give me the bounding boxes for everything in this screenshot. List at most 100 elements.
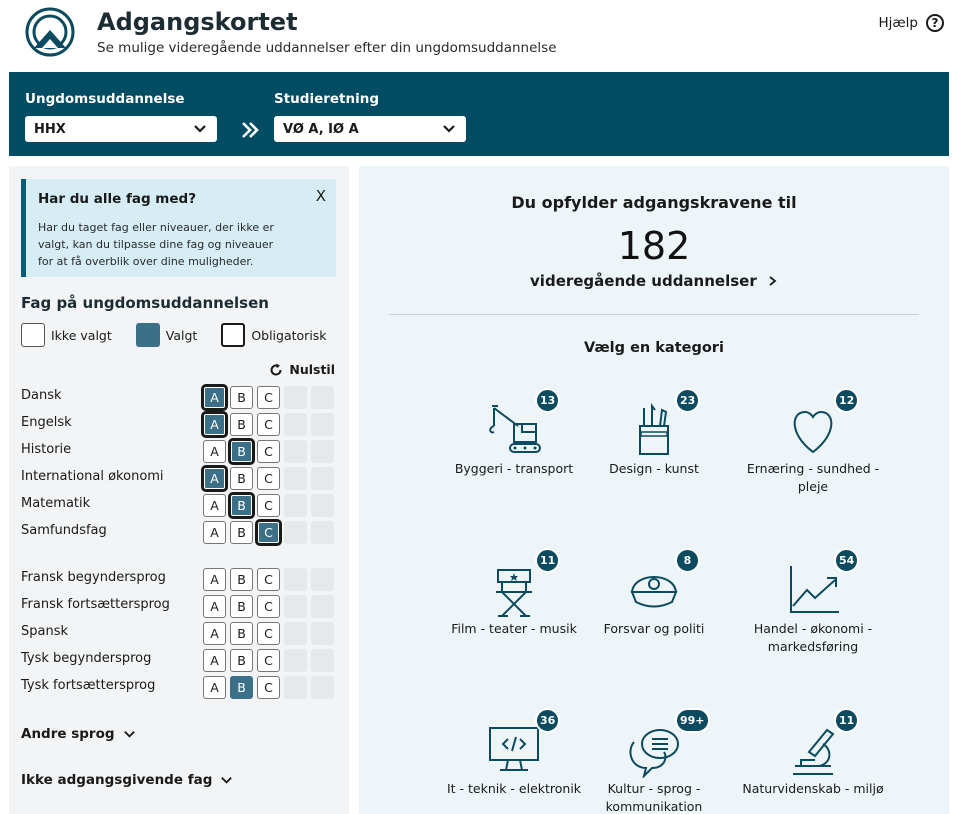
- category-card[interactable]: 11 Naturvidenskab - miljø: [738, 696, 888, 814]
- other-languages-label: Andre sprog: [21, 726, 115, 742]
- level-placeholder: [284, 595, 307, 618]
- level-placeholder: [311, 649, 334, 672]
- category-card[interactable]: 99+ Kultur - sprog - kommunikation: [579, 696, 729, 814]
- level-c-button[interactable]: C: [257, 386, 280, 409]
- category-card[interactable]: 13 Byggeri - transport: [439, 376, 589, 526]
- level-b-button[interactable]: B: [230, 595, 253, 618]
- crane-icon: [489, 405, 541, 453]
- level-b-button[interactable]: B: [230, 568, 253, 591]
- level-buttons: ABC: [203, 595, 334, 618]
- level-b-button[interactable]: B: [230, 467, 253, 490]
- subject-name: Dansk: [21, 388, 62, 403]
- level-a-button[interactable]: A: [203, 494, 226, 517]
- category-card[interactable]: 8 Forsvar og politi: [579, 536, 729, 686]
- subject-name: Spansk: [21, 624, 69, 639]
- category-label: Handel - økonomi - markedsføring: [753, 621, 873, 654]
- level-c-button[interactable]: C: [257, 676, 280, 699]
- level-placeholder: [311, 467, 334, 490]
- category-label: Naturvidenskab - miljø: [742, 781, 884, 796]
- subject-name: Engelsk: [21, 415, 72, 430]
- level-buttons: ABC: [203, 520, 334, 545]
- level-b-button[interactable]: B: [229, 439, 254, 464]
- education-value: HHX: [34, 121, 66, 137]
- level-b-button[interactable]: B: [230, 622, 253, 645]
- level-legend: Ikke valgt Valgt Obligatorisk: [21, 323, 327, 347]
- level-b-button[interactable]: B: [230, 649, 253, 672]
- subjects-list: Dansk A B C Engelsk A B C Historie A B C Internation…: [21, 384, 341, 701]
- reset-button[interactable]: Nulstil: [269, 362, 335, 377]
- education-label: Ungdomsuddannelse: [25, 91, 185, 107]
- category-card[interactable]: 12 Ernæring - sundhed - pleje: [738, 376, 888, 526]
- category-count-badge: 54: [834, 548, 860, 573]
- level-a-button[interactable]: A: [203, 568, 226, 591]
- level-c-button[interactable]: C: [257, 568, 280, 591]
- level-a-button[interactable]: A: [202, 412, 227, 437]
- level-b-button[interactable]: B: [230, 386, 253, 409]
- category-count-badge: 13: [535, 388, 561, 413]
- category-count-badge: 11: [535, 548, 561, 573]
- level-buttons: ABC: [202, 412, 334, 437]
- category-card[interactable]: 23 Design - kunst: [579, 376, 729, 526]
- level-buttons: ABC: [203, 676, 334, 699]
- level-a-button[interactable]: A: [203, 676, 226, 699]
- other-languages-toggle[interactable]: Andre sprog: [21, 726, 136, 742]
- level-c-button[interactable]: C: [257, 649, 280, 672]
- level-c-button[interactable]: C: [257, 413, 280, 436]
- level-b-button[interactable]: B: [230, 521, 253, 544]
- level-c-button[interactable]: C: [257, 595, 280, 618]
- police-cap-icon: [630, 576, 678, 608]
- level-b-button[interactable]: B: [230, 676, 253, 699]
- close-icon[interactable]: X: [316, 187, 326, 205]
- app-title: Adgangskortet: [97, 8, 298, 36]
- divider: [389, 314, 919, 315]
- level-a-button[interactable]: A: [203, 595, 226, 618]
- education-select[interactable]: HHX: [25, 116, 217, 142]
- level-placeholder: [311, 595, 334, 618]
- category-label: Ernæring - sundhed - pleje: [746, 461, 880, 494]
- level-a-button[interactable]: A: [202, 385, 227, 410]
- level-placeholder: [311, 494, 334, 517]
- pencil-cup-icon: [639, 403, 669, 455]
- subject-row: Matematik A B C: [21, 492, 341, 519]
- level-placeholder: [311, 568, 334, 591]
- level-c-button[interactable]: C: [257, 440, 280, 463]
- level-buttons: ABC: [203, 493, 334, 518]
- legend-not-selected-swatch: [21, 323, 45, 347]
- subject-row: Dansk A B C: [21, 384, 341, 411]
- level-a-button[interactable]: A: [203, 622, 226, 645]
- level-placeholder: [311, 386, 334, 409]
- level-buttons: ABC: [202, 385, 334, 410]
- non-qualifying-label: Ikke adgangsgivende fag: [21, 772, 213, 788]
- level-c-button[interactable]: C: [256, 520, 281, 545]
- level-c-button[interactable]: C: [257, 622, 280, 645]
- chevron-down-icon: [123, 730, 135, 738]
- help-link[interactable]: Hjælp ?: [879, 14, 944, 32]
- non-qualifying-toggle[interactable]: Ikke adgangsgivende fag: [21, 772, 233, 788]
- level-c-button[interactable]: C: [257, 467, 280, 490]
- level-c-button[interactable]: C: [257, 494, 280, 517]
- subject-row: Tysk begyndersprog A B C: [21, 647, 341, 674]
- level-a-button[interactable]: A: [203, 649, 226, 672]
- level-placeholder: [284, 467, 307, 490]
- level-a-button[interactable]: A: [203, 440, 226, 463]
- direction-select[interactable]: VØ A, IØ A: [274, 116, 466, 142]
- category-card[interactable]: 54 Handel - økonomi - markedsføring: [738, 536, 888, 686]
- notice-title: Har du alle fag med?: [38, 191, 197, 207]
- level-a-button[interactable]: A: [203, 521, 226, 544]
- app-subtitle: Se mulige videregående uddannelser efter…: [97, 40, 557, 56]
- category-label: Kultur - sprog - kommunikation: [605, 781, 703, 814]
- level-buttons: ABC: [203, 568, 334, 591]
- category-card[interactable]: 36 It - teknik - elektronik: [439, 696, 589, 814]
- chevron-down-icon: [221, 776, 233, 784]
- level-b-button[interactable]: B: [230, 413, 253, 436]
- level-placeholder: [284, 413, 307, 436]
- results-heading: Du opfylder adgangskravene til: [511, 193, 797, 212]
- level-buttons: ABC: [203, 622, 334, 645]
- results-panel: Du opfylder adgangskravene til 182 vider…: [359, 166, 949, 814]
- reset-icon: [270, 363, 282, 376]
- results-link[interactable]: videregående uddannelser: [359, 272, 949, 290]
- microscope-icon: [793, 728, 835, 775]
- level-b-button[interactable]: B: [229, 493, 254, 518]
- level-a-button[interactable]: A: [202, 466, 227, 491]
- category-card[interactable]: 11 Film - teater - musik: [439, 536, 589, 686]
